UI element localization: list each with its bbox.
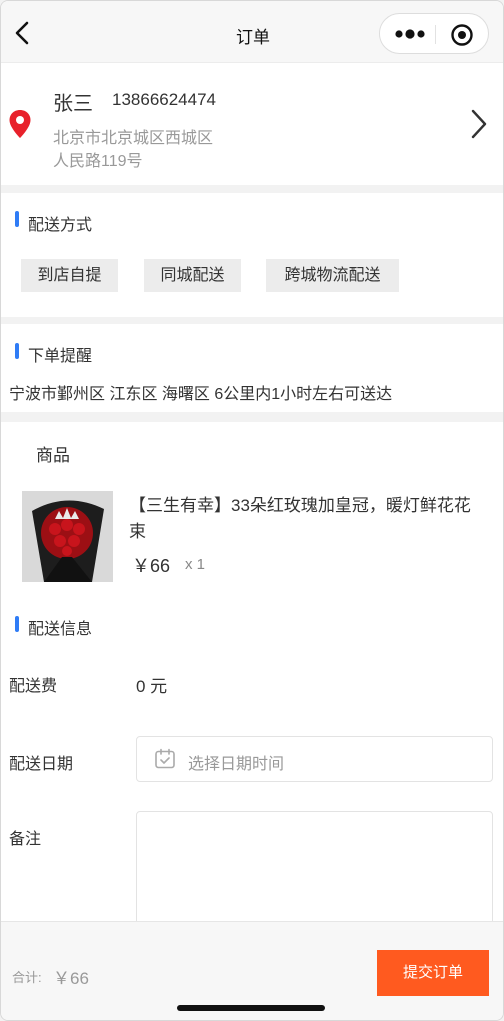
option-cross-city-logistics[interactable]: 跨城物流配送	[266, 259, 399, 292]
note-textarea[interactable]	[136, 811, 493, 931]
bouquet-illustration	[22, 491, 113, 582]
goods-title: 商品	[36, 446, 70, 465]
recipient-phone: 13866624474	[112, 90, 217, 109]
note-label: 备注	[9, 831, 42, 848]
reminder-text: 宁波市鄞州区 江东区 海曙区 6公里内1小时左右可送达	[9, 386, 393, 403]
location-pin-icon	[9, 110, 31, 138]
address-line-1: 北京市北京城区西城区	[53, 130, 214, 147]
submit-order-button[interactable]: 提交订单	[377, 950, 489, 996]
date-placeholder: 选择日期时间	[188, 756, 285, 773]
more-dots-icon[interactable]	[394, 25, 428, 43]
home-indicator	[177, 1005, 325, 1011]
delivery-date-label: 配送日期	[9, 756, 74, 773]
delivery-date-picker[interactable]: 选择日期时间	[136, 736, 493, 782]
nav-bar: 订单	[1, 1, 503, 63]
app-frame: 订单 张三 13866624474 北京市北京城区西城区 人民路119号 配送方…	[0, 0, 504, 1021]
delivery-fee-label: 配送费	[9, 678, 58, 695]
reminder-title: 下单提醒	[28, 348, 93, 365]
product-quantity: x 1	[185, 556, 206, 573]
checkout-footer: 合计: ￥66 提交订单	[1, 921, 503, 1020]
product-image[interactable]	[22, 491, 113, 582]
product-name: 【三生有幸】33朵红玫瑰加皇冠，暖灯鲜花花束	[129, 496, 471, 541]
address-line-2: 人民路119号	[53, 153, 143, 170]
option-store-pickup[interactable]: 到店自提	[21, 259, 118, 292]
miniprogram-capsule	[379, 13, 489, 54]
delivery-fee-value: 0 元	[136, 677, 168, 696]
section-accent-bar	[15, 211, 19, 227]
chevron-right-icon[interactable]	[469, 108, 489, 140]
total-value: ￥66	[53, 969, 89, 988]
product-price: ￥66	[132, 556, 171, 576]
section-accent-bar	[15, 343, 19, 359]
capsule-divider	[435, 25, 436, 44]
option-same-city-delivery[interactable]: 同城配送	[144, 259, 241, 292]
calendar-icon	[155, 748, 175, 769]
delivery-method-title: 配送方式	[28, 217, 93, 234]
delivery-info-title: 配送信息	[28, 621, 93, 638]
recipient-name: 张三	[53, 93, 93, 115]
close-target-icon[interactable]	[450, 23, 474, 47]
total-label: 合计:	[12, 970, 42, 985]
section-accent-bar	[15, 616, 19, 632]
